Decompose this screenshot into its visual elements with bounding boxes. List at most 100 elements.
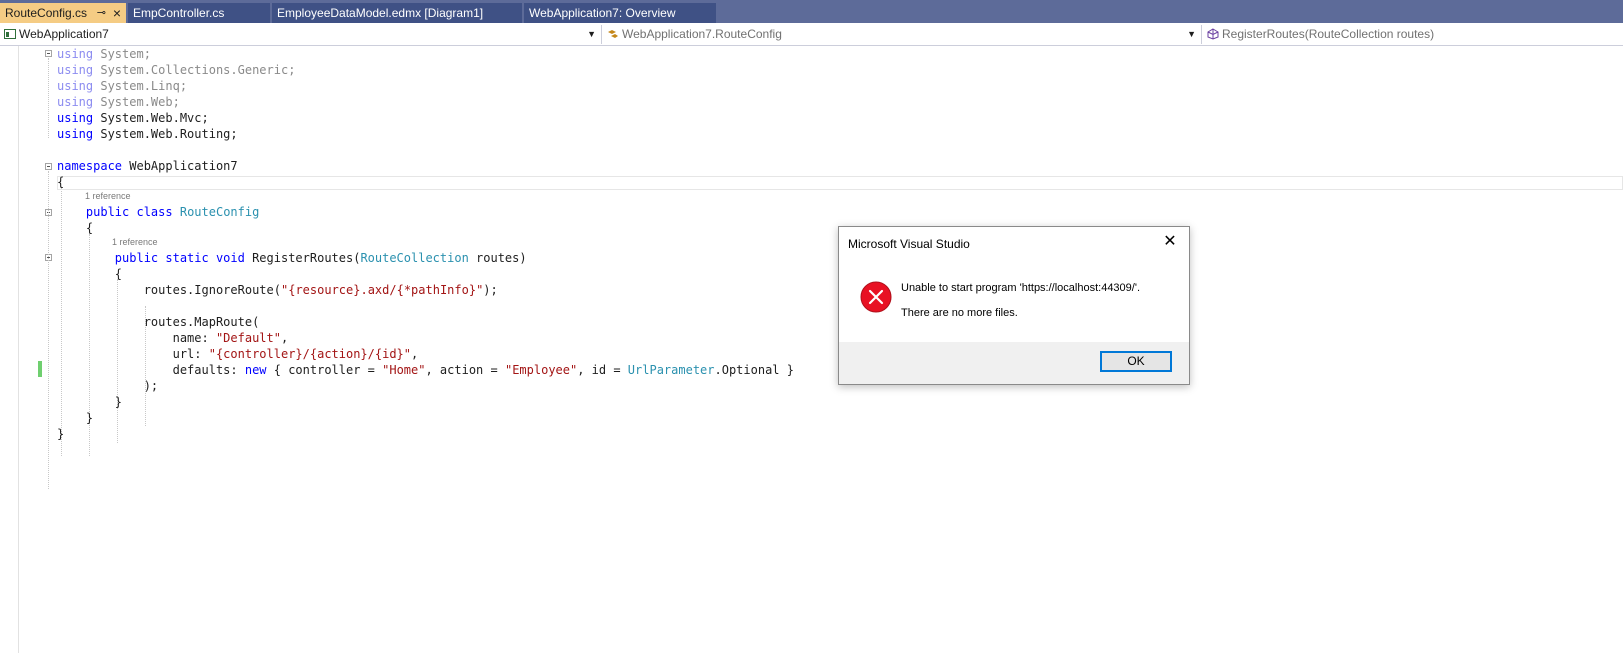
code-line: routes.MapRoute( <box>57 314 260 330</box>
collapse-icon[interactable] <box>45 163 52 170</box>
code-line: using System.Linq; <box>57 78 187 94</box>
keyword: public class <box>85 205 173 219</box>
code-line: using System.Collections.Generic; <box>57 62 295 78</box>
method-call: MapRoute <box>194 315 253 329</box>
type-dropdown[interactable]: WebApplication7.RouteConfig ▼ <box>603 24 1200 44</box>
current-line-highlight <box>57 176 1623 190</box>
code-line: url: "{controller}/{action}/{id}", <box>57 346 419 362</box>
type-name: RouteConfig <box>179 205 260 219</box>
brace: } <box>85 411 94 425</box>
member-dropdown[interactable]: RegisterRoutes(RouteCollection routes) <box>1203 24 1623 44</box>
nav-divider <box>601 25 602 44</box>
chevron-down-icon: ▼ <box>587 29 596 39</box>
brace: { <box>85 221 94 235</box>
nav-divider <box>1201 25 1202 44</box>
string-literal: "Employee" <box>504 363 578 377</box>
code-text: , <box>280 331 289 345</box>
navigation-bar: WebApplication7 ▼ WebApplication7.RouteC… <box>0 23 1623 46</box>
class-icon <box>608 30 618 38</box>
keyword: namespace <box>57 159 123 173</box>
change-indicator <box>38 361 42 377</box>
tab-routeconfig[interactable]: RouteConfig.cs ⊸ × <box>0 3 126 23</box>
code-text: System.Linq; <box>93 79 188 93</box>
code-text: ); <box>483 283 498 297</box>
keyword: using <box>57 111 94 125</box>
code-line: { <box>57 220 93 236</box>
string-literal: "{resource}.axd/{*pathInfo}" <box>281 283 484 297</box>
keyword: public static void <box>114 251 245 265</box>
type-label: WebApplication7.RouteConfig <box>622 27 782 41</box>
codelens-references[interactable]: 1 reference <box>112 237 158 247</box>
type-name: UrlParameter <box>627 363 715 377</box>
collapse-icon[interactable] <box>45 50 52 57</box>
tab-employeedatamodel[interactable]: EmployeeDataModel.edmx [Diagram1] <box>272 3 522 23</box>
tab-label: RouteConfig.cs <box>5 6 88 20</box>
code-text: System.Web.Mvc; <box>93 111 209 125</box>
code-line: public class RouteConfig <box>57 204 259 220</box>
code-text: .Optional } <box>714 363 794 377</box>
code-text: WebApplication7 <box>122 159 238 173</box>
member-label: RegisterRoutes(RouteCollection routes) <box>1222 27 1435 41</box>
code-text: , action = <box>425 363 505 377</box>
code-text: System.Web.Routing; <box>93 127 238 141</box>
code-text: routes. <box>143 315 195 329</box>
code-line: } <box>57 426 64 442</box>
outline-guide <box>48 171 49 489</box>
tab-empcontroller[interactable]: EmpController.cs <box>128 3 270 23</box>
code-text: routes. <box>143 283 195 297</box>
method-call: IgnoreRoute <box>194 283 274 297</box>
code-text: , <box>411 347 419 361</box>
tab-label: EmpController.cs <box>133 6 225 20</box>
code-text: ( <box>273 283 281 297</box>
error-message: Unable to start program 'https://localho… <box>901 282 1140 294</box>
tab-label: WebApplication7: Overview <box>529 6 676 20</box>
code-line: using System.Web.Mvc; <box>57 110 209 126</box>
code-text: System.Web; <box>93 95 180 109</box>
dialog-title: Microsoft Visual Studio <box>848 237 970 251</box>
code-line: using System; <box>57 46 151 62</box>
tab-webapplication7-overview[interactable]: WebApplication7: Overview <box>524 3 716 23</box>
code-line: namespace WebApplication7 <box>57 158 238 174</box>
code-line: ); <box>57 378 158 394</box>
keyword: using <box>57 47 94 61</box>
code-line: public static void RegisterRoutes(RouteC… <box>57 250 527 266</box>
keyword: new <box>244 363 267 377</box>
code-text: url: <box>172 347 209 361</box>
code-text: name: <box>172 331 216 345</box>
error-dialog: Microsoft Visual Studio ✕ Unable to star… <box>838 226 1190 385</box>
string-literal: "{controller}/{action}/{id}" <box>208 347 412 361</box>
code-text: System; <box>93 47 151 61</box>
code-editor[interactable]: using System; using System.Collections.G… <box>0 46 1623 653</box>
codelens-references[interactable]: 1 reference <box>85 191 131 201</box>
type-name: RouteCollection <box>360 251 469 265</box>
close-icon[interactable]: ✕ <box>1159 231 1181 253</box>
keyword: using <box>57 127 94 141</box>
code-line: using System.Web; <box>57 94 180 110</box>
code-line: } <box>57 394 122 410</box>
document-tab-strip: RouteConfig.cs ⊸ × EmpController.cs Empl… <box>0 0 1623 23</box>
code-line: { <box>57 266 122 282</box>
keyword: using <box>57 95 94 109</box>
method-icon <box>1207 28 1219 40</box>
code-text: , id = <box>577 363 628 377</box>
chevron-down-icon: ▼ <box>1187 29 1196 39</box>
project-dropdown[interactable]: WebApplication7 ▼ <box>0 24 600 44</box>
brace: { <box>57 175 65 189</box>
editor-margin <box>18 46 19 653</box>
brace: { <box>114 267 123 281</box>
code-line: defaults: new { controller = "Home", act… <box>57 362 794 378</box>
close-icon[interactable]: × <box>113 3 121 23</box>
code-text: defaults: <box>172 363 245 377</box>
method-name: RegisterRoutes( <box>244 251 361 265</box>
dialog-footer: OK <box>839 342 1189 384</box>
pin-icon[interactable]: ⊸ <box>97 3 106 23</box>
brace: } <box>57 427 65 441</box>
ok-button[interactable]: OK <box>1100 351 1172 372</box>
string-literal: "Home" <box>382 363 426 377</box>
csharp-project-icon <box>4 29 16 39</box>
tab-label: EmployeeDataModel.edmx [Diagram1] <box>277 6 484 20</box>
error-detail: There are no more files. <box>901 307 1018 319</box>
outline-guide <box>48 58 49 138</box>
code-text: ( <box>252 315 260 329</box>
string-literal: "Default" <box>215 331 281 345</box>
